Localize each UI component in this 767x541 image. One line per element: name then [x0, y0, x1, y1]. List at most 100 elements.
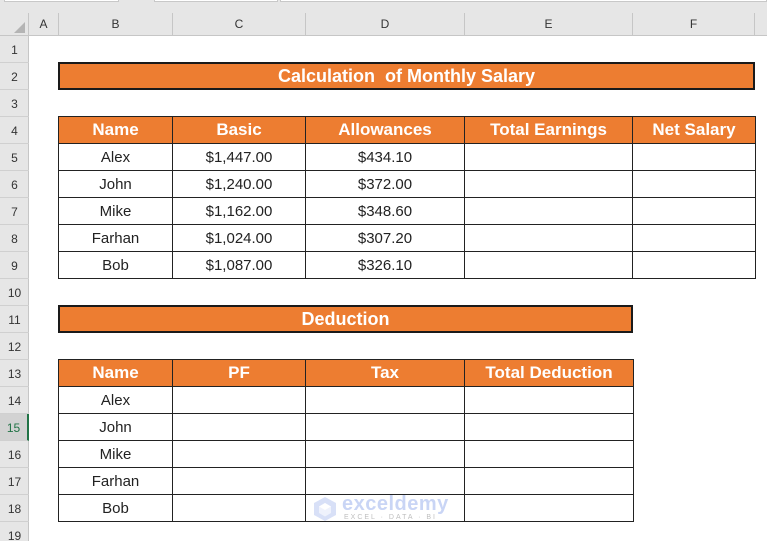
cell-allowances[interactable]: $307.20 — [305, 224, 465, 252]
header-pf[interactable]: PF — [172, 359, 306, 387]
cell-total-earnings[interactable] — [464, 170, 633, 198]
cell-basic[interactable]: $1,447.00 — [172, 143, 306, 171]
salary-row: Farhan $1,024.00 $307.20 — [58, 224, 756, 252]
cell-total-deduction[interactable] — [464, 467, 634, 495]
cell-basic[interactable]: $1,087.00 — [172, 251, 306, 279]
cell-total-deduction[interactable] — [464, 494, 634, 522]
cell-name[interactable]: John — [58, 413, 173, 441]
cell-allowances[interactable]: $372.00 — [305, 170, 465, 198]
row-header-5[interactable]: 5 — [0, 144, 29, 171]
row-headers: 1 2 3 4 5 6 7 8 9 10 11 12 13 14 15 16 17 18 19 — [0, 36, 29, 541]
cell-net-salary[interactable] — [632, 170, 756, 198]
salary-title-banner: Calculation of Monthly Salary — [58, 62, 755, 90]
cell-pf[interactable] — [172, 413, 306, 441]
cell-allowances[interactable]: $348.60 — [305, 197, 465, 225]
select-all-button[interactable] — [0, 13, 29, 36]
row-header-12[interactable]: 12 — [0, 333, 29, 360]
deduction-table: Name PF Tax Total Deduction Alex John Mike… — [58, 359, 634, 522]
name-box[interactable] — [4, 0, 119, 2]
deduction-row: Mike — [58, 440, 634, 468]
header-name[interactable]: Name — [58, 359, 173, 387]
row-header-18[interactable]: 18 — [0, 495, 29, 522]
formula-bar-input[interactable] — [280, 0, 767, 2]
cell-pf[interactable] — [172, 386, 306, 414]
salary-row: Alex $1,447.00 $434.10 — [58, 143, 756, 171]
cell-basic[interactable]: $1,162.00 — [172, 197, 306, 225]
row-header-2[interactable]: 2 — [0, 63, 29, 90]
header-net-salary[interactable]: Net Salary — [632, 116, 756, 144]
deduction-header-row: Name PF Tax Total Deduction — [58, 359, 634, 387]
row-header-19[interactable]: 19 — [0, 522, 29, 541]
column-header-e[interactable]: E — [465, 13, 633, 36]
cell-pf[interactable] — [172, 467, 306, 495]
column-header-c[interactable]: C — [173, 13, 306, 36]
cell-name[interactable]: Farhan — [58, 467, 173, 495]
cell-name[interactable]: Alex — [58, 386, 173, 414]
row-header-1[interactable]: 1 — [0, 36, 29, 63]
header-name[interactable]: Name — [58, 116, 173, 144]
row-header-10[interactable]: 10 — [0, 279, 29, 306]
cell-net-salary[interactable] — [632, 224, 756, 252]
cell-total-earnings[interactable] — [464, 197, 633, 225]
cell-tax[interactable] — [305, 467, 465, 495]
header-basic[interactable]: Basic — [172, 116, 306, 144]
cell-total-earnings[interactable] — [464, 143, 633, 171]
salary-table: Name Basic Allowances Total Earnings Net… — [58, 116, 756, 279]
cell-tax[interactable] — [305, 494, 465, 522]
cell-basic[interactable]: $1,240.00 — [172, 170, 306, 198]
cell-basic[interactable]: $1,024.00 — [172, 224, 306, 252]
deduction-row: John — [58, 413, 634, 441]
cell-tax[interactable] — [305, 386, 465, 414]
cell-tax[interactable] — [305, 440, 465, 468]
row-header-11[interactable]: 11 — [0, 306, 29, 333]
cell-allowances[interactable]: $434.10 — [305, 143, 465, 171]
salary-row: Bob $1,087.00 $326.10 — [58, 251, 756, 279]
cell-name[interactable]: Farhan — [58, 224, 173, 252]
cell-total-deduction[interactable] — [464, 440, 634, 468]
row-header-17[interactable]: 17 — [0, 468, 29, 495]
row-header-3[interactable]: 3 — [0, 90, 29, 117]
row-header-14[interactable]: 14 — [0, 387, 29, 414]
row-header-15[interactable]: 15 — [0, 414, 29, 441]
cell-name[interactable]: Mike — [58, 197, 173, 225]
header-total-earnings[interactable]: Total Earnings — [464, 116, 633, 144]
header-total-deduction[interactable]: Total Deduction — [464, 359, 634, 387]
row-header-13[interactable]: 13 — [0, 360, 29, 387]
cell-total-deduction[interactable] — [464, 413, 634, 441]
cell-total-earnings[interactable] — [464, 251, 633, 279]
formula-bar-strip — [0, 0, 767, 13]
column-header-a[interactable]: A — [29, 13, 59, 36]
row-header-4[interactable]: 4 — [0, 117, 29, 144]
deduction-row: Alex — [58, 386, 634, 414]
cell-name[interactable]: Mike — [58, 440, 173, 468]
cell-pf[interactable] — [172, 494, 306, 522]
cell-name[interactable]: Bob — [58, 251, 173, 279]
cell-name[interactable]: John — [58, 170, 173, 198]
salary-row: John $1,240.00 $372.00 — [58, 170, 756, 198]
select-all-triangle-icon — [14, 22, 25, 33]
formula-bar-controls[interactable] — [154, 0, 278, 2]
cell-total-deduction[interactable] — [464, 386, 634, 414]
row-header-8[interactable]: 8 — [0, 225, 29, 252]
deduction-row: Farhan — [58, 467, 634, 495]
cell-allowances[interactable]: $326.10 — [305, 251, 465, 279]
column-header-b[interactable]: B — [59, 13, 173, 36]
header-tax[interactable]: Tax — [305, 359, 465, 387]
deduction-title-banner: Deduction — [58, 305, 633, 333]
cell-total-earnings[interactable] — [464, 224, 633, 252]
cell-net-salary[interactable] — [632, 197, 756, 225]
column-header-f[interactable]: F — [633, 13, 755, 36]
cell-name[interactable]: Bob — [58, 494, 173, 522]
row-header-6[interactable]: 6 — [0, 171, 29, 198]
column-header-d[interactable]: D — [306, 13, 465, 36]
cell-name[interactable]: Alex — [58, 143, 173, 171]
row-header-16[interactable]: 16 — [0, 441, 29, 468]
header-allowances[interactable]: Allowances — [305, 116, 465, 144]
row-header-7[interactable]: 7 — [0, 198, 29, 225]
cell-net-salary[interactable] — [632, 251, 756, 279]
salary-header-row: Name Basic Allowances Total Earnings Net… — [58, 116, 756, 144]
cell-net-salary[interactable] — [632, 143, 756, 171]
cell-pf[interactable] — [172, 440, 306, 468]
row-header-9[interactable]: 9 — [0, 252, 29, 279]
cell-tax[interactable] — [305, 413, 465, 441]
